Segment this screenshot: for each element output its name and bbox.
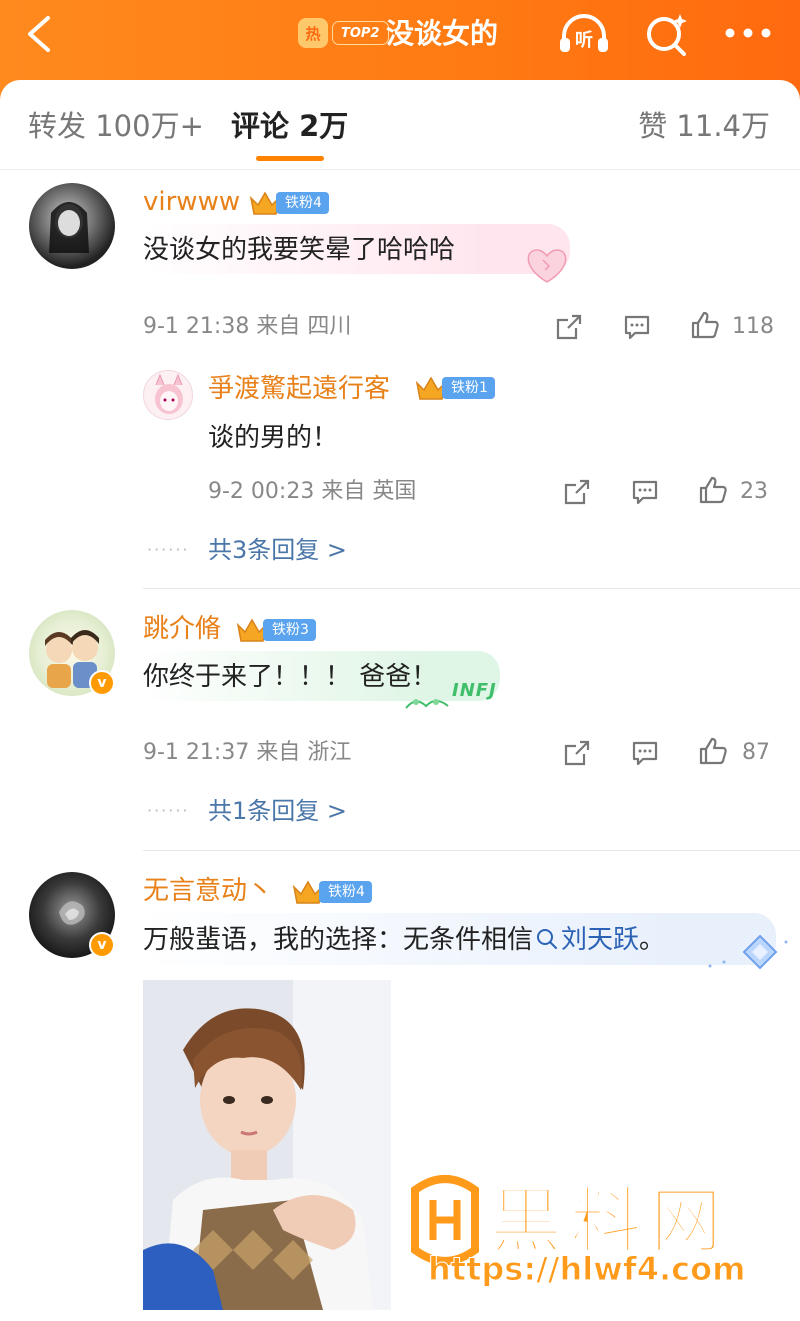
anime-girl-avatar-icon	[155, 373, 183, 414]
fan-badge-label: 铁粉3	[263, 619, 316, 641]
more-options-icon[interactable]	[722, 22, 774, 44]
like-thumb-icon[interactable]	[690, 310, 720, 340]
username[interactable]: 无言意动丶	[143, 874, 273, 908]
divider	[143, 588, 800, 589]
comment-text: 万般蜚语，我的选择：无条件相信 刘天跃。	[143, 920, 665, 960]
fan-badge-label: 铁粉4	[276, 192, 329, 214]
username[interactable]: virwww	[143, 185, 240, 219]
like-count: 87	[742, 740, 770, 765]
tab-like[interactable]: 赞 11.4万	[638, 106, 770, 146]
portrait-photo	[143, 980, 391, 1310]
comment-text-after: 。	[639, 925, 666, 955]
comment-meta: 9-1 21:38 来自 四川	[143, 314, 352, 339]
fan-badge: 铁粉3	[235, 617, 316, 643]
view-replies-link[interactable]: 共3条回复 >	[208, 534, 347, 566]
comment-photo[interactable]	[143, 980, 391, 1310]
diamond-sticker-icon	[708, 934, 788, 970]
tab-comment[interactable]: 评论 2万	[231, 106, 348, 146]
rank-label: TOP2	[332, 21, 389, 45]
avatar[interactable]	[29, 183, 115, 269]
fan-badge: 铁粉4	[248, 190, 329, 216]
active-tab-indicator	[256, 156, 324, 161]
reply-username[interactable]: 爭渡驚起遠行客	[208, 372, 390, 406]
share-icon[interactable]	[554, 312, 584, 342]
comment-icon[interactable]	[622, 312, 652, 342]
topic-link-text[interactable]: 刘天跃	[561, 925, 639, 955]
comment-text: 没谈女的我要笑晕了哈哈哈	[143, 235, 456, 265]
bubble-tag: INFJ	[452, 680, 497, 701]
reply-avatar[interactable]	[143, 370, 193, 420]
tab-repost[interactable]: 转发 100万+	[28, 106, 204, 146]
tab-bar: 转发 100万+ 评论 2万 赞 11.4万	[0, 80, 800, 170]
username[interactable]: 跳介脩	[143, 612, 221, 646]
reply-meta: 9-2 00:23 来自 英国	[208, 479, 417, 504]
search-link-icon	[537, 929, 558, 949]
verified-badge-icon: v	[89, 932, 115, 958]
comment-icon[interactable]	[630, 477, 660, 507]
listen-icon[interactable]: 听	[556, 12, 612, 56]
back-arrow-icon[interactable]	[22, 14, 58, 54]
hot-label: 热	[298, 18, 328, 48]
topic-title[interactable]: 没谈女的	[386, 14, 498, 54]
search-icon[interactable]	[642, 10, 692, 58]
dotted-leader: ······	[147, 801, 190, 820]
share-icon[interactable]	[562, 738, 592, 768]
svg-text:听: 听	[575, 29, 593, 51]
topic-search-link[interactable]: 刘天跃	[533, 925, 639, 955]
comment-text: 你终于来了！！！ 爸爸！	[143, 662, 438, 692]
view-replies-link[interactable]: 共1条回复 >	[208, 795, 347, 827]
avatar-figure-icon	[49, 202, 89, 253]
fan-badge-label: 铁粉4	[319, 881, 372, 903]
dotted-leader: ······	[147, 540, 190, 559]
comment-icon[interactable]	[630, 738, 660, 768]
divider	[143, 850, 800, 851]
heart-sticker-icon	[527, 249, 567, 283]
reply-fan-badge: 铁粉1	[414, 375, 495, 401]
fan-badge: 铁粉4	[291, 879, 372, 905]
share-icon[interactable]	[562, 477, 592, 507]
like-count: 118	[732, 314, 774, 339]
fan-badge-label: 铁粉1	[442, 377, 495, 399]
comment-meta: 9-1 21:37 来自 浙江	[143, 740, 352, 765]
verified-badge-icon: v	[89, 670, 115, 696]
like-thumb-icon[interactable]	[698, 475, 728, 505]
comment-text-before: 万般蜚语，我的选择：无条件相信	[143, 925, 534, 955]
watermark-url: https://hlwf4.com	[427, 1250, 746, 1289]
like-count: 23	[740, 479, 768, 504]
reply-text: 谈的男的！	[208, 423, 339, 453]
hot-rank-badge: 热 TOP2	[298, 18, 389, 48]
like-thumb-icon[interactable]	[698, 736, 728, 766]
